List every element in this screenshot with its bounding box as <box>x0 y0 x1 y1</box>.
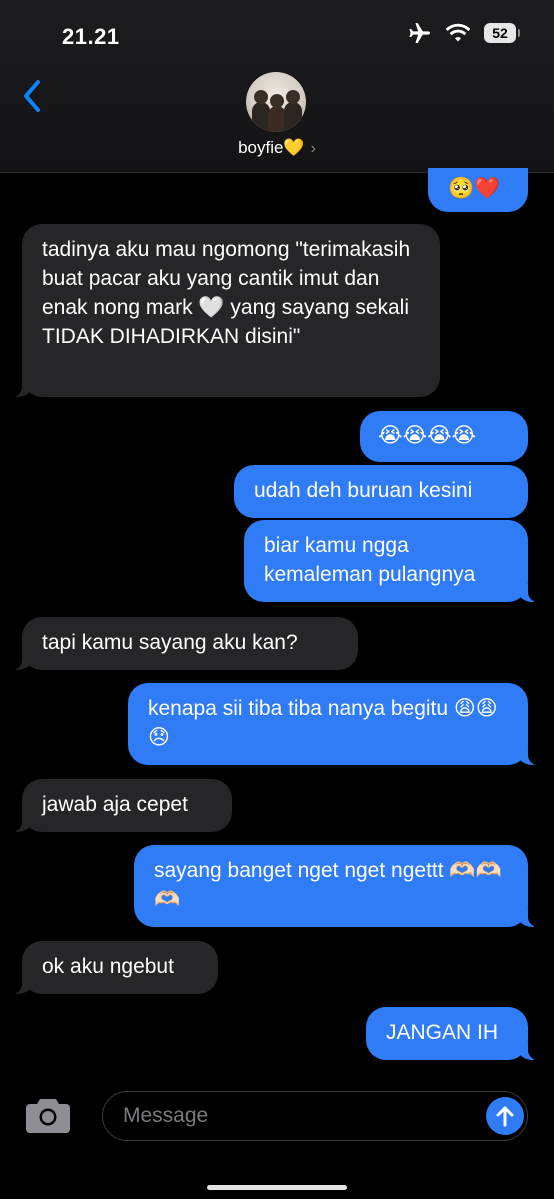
message-bubble-outgoing[interactable]: 🥺❤️ <box>428 168 528 212</box>
back-button[interactable] <box>14 76 50 116</box>
message-bubble-incoming[interactable]: jawab aja cepet <box>10 779 232 832</box>
message-bubble-outgoing[interactable]: biar kamu ngga kemaleman pulangnya <box>244 520 540 602</box>
contact-name[interactable]: boyfie💛 › <box>0 138 554 158</box>
contact-avatar[interactable] <box>246 72 306 132</box>
message-bubble-outgoing[interactable]: sayang banget nget nget ngettt 🫶🏻🫶🏻🫶🏻 <box>134 845 540 927</box>
camera-icon <box>26 1099 70 1133</box>
message-composer <box>0 1081 554 1199</box>
chevron-right-icon: › <box>310 140 316 157</box>
home-indicator[interactable] <box>207 1185 347 1190</box>
message-bubble-outgoing[interactable]: 😭😭😭😭 <box>360 411 528 462</box>
airplane-icon <box>409 23 430 43</box>
message-bubble-incoming[interactable]: tadinya aku mau ngomong "terimakasih bua… <box>10 224 440 397</box>
camera-button[interactable] <box>24 1095 72 1135</box>
message-bubble-incoming[interactable]: tapi kamu sayang aku kan? <box>10 617 358 670</box>
status-bar: 21.21 52 <box>0 0 554 60</box>
message-input[interactable] <box>102 1091 528 1141</box>
message-bubble-outgoing[interactable]: udah deh buruan kesini <box>234 465 528 518</box>
back-chevron-icon <box>24 80 40 112</box>
message-bubble-incoming[interactable]: ok aku ngebut <box>10 941 218 994</box>
message-bubble-outgoing[interactable]: JANGAN IH <box>366 1007 540 1060</box>
status-icons: 52 <box>408 22 520 44</box>
send-arrow-icon <box>496 1106 514 1127</box>
message-bubble-outgoing[interactable]: kenapa sii tiba tiba nanya begitu 😩😩😞 <box>128 683 540 765</box>
send-button[interactable] <box>486 1097 524 1135</box>
battery-level: 52 <box>492 25 508 41</box>
battery-icon: 52 <box>484 23 520 43</box>
status-time: 21.21 <box>62 24 120 49</box>
wifi-icon <box>446 23 470 42</box>
contact-name-label: boyfie💛 <box>238 138 305 157</box>
